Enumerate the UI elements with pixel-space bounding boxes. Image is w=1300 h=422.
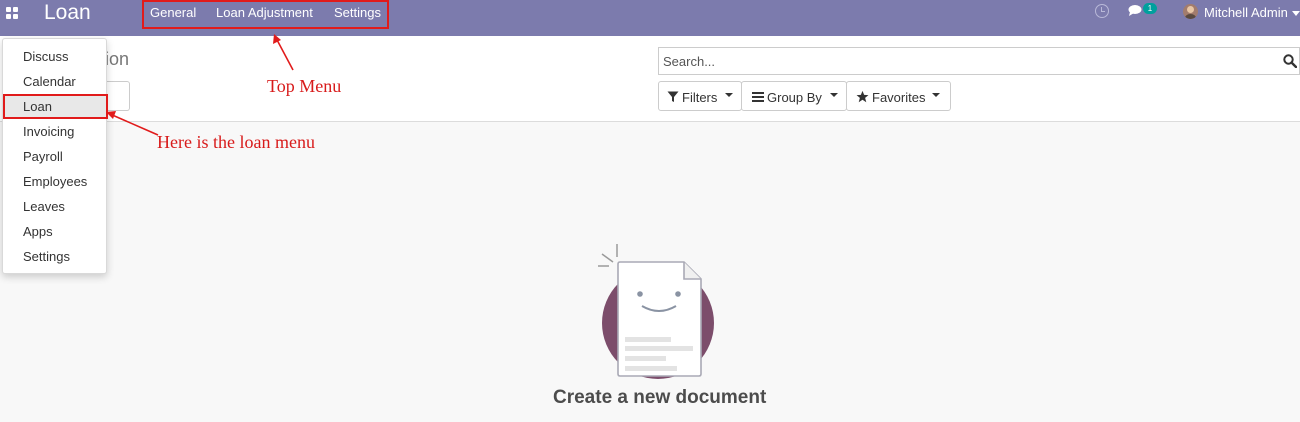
top-menu-arrow-line (275, 37, 294, 71)
loan-menu-arrowhead (106, 111, 116, 119)
annotation-loan-menu-label: Here is the loan menu (157, 132, 315, 152)
top-menu-arrowhead (273, 34, 281, 44)
empty-state-title: Create a new document (553, 387, 767, 408)
empty-document-illustration (598, 244, 714, 379)
annotation-top-menu-label: Top Menu (267, 76, 342, 96)
loan-menu-arrow-line (109, 113, 159, 136)
